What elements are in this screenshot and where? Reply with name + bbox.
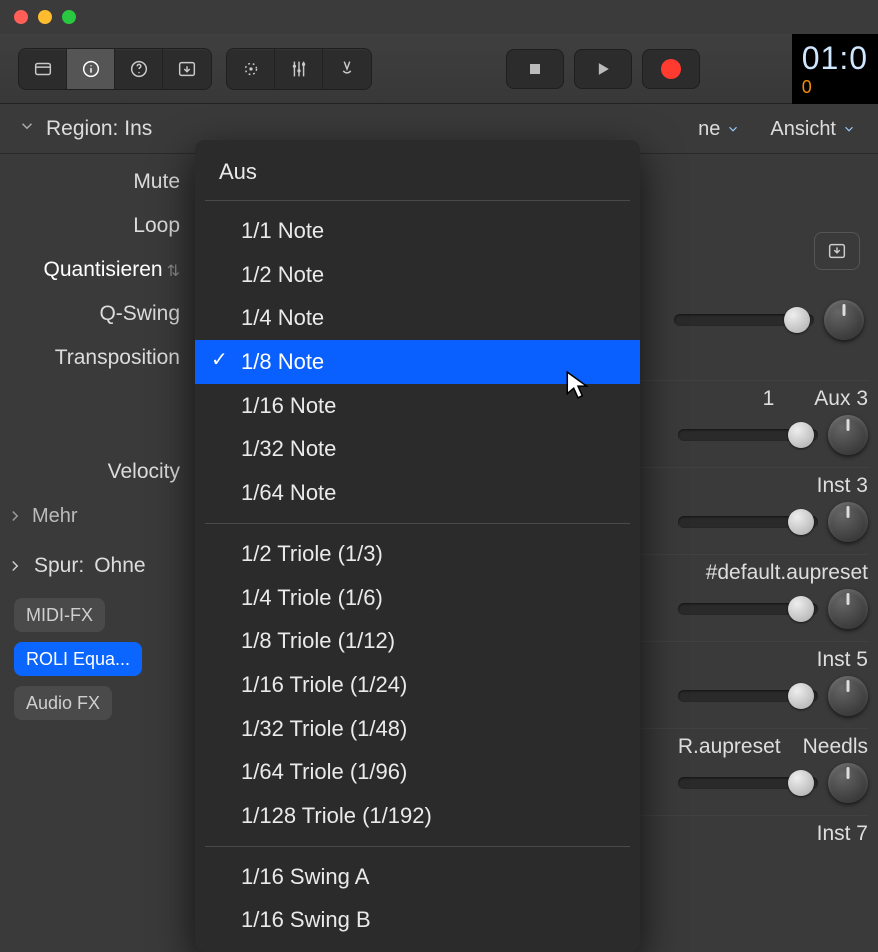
quantize-option[interactable]: Aus (195, 152, 640, 192)
pan-knob[interactable] (828, 676, 868, 716)
help-button[interactable] (115, 49, 163, 89)
region-disclosure-chevron[interactable] (18, 117, 36, 140)
view-dropdown-label: Ansicht (770, 118, 836, 141)
dropdown-ne[interactable]: ne (688, 112, 750, 147)
editor-tools-group (226, 48, 372, 90)
quantize-option[interactable]: 1/32 Note (195, 427, 640, 471)
quantize-option[interactable]: 1/2 Note (195, 253, 640, 297)
window-close-button[interactable] (14, 10, 28, 24)
record-button[interactable] (642, 49, 700, 89)
quantize-option[interactable]: 1/64 Triole (1/96) (195, 750, 640, 794)
pan-knob[interactable] (824, 300, 864, 340)
track-header-label: Spur: (34, 554, 84, 578)
view-dropdown[interactable]: Ansicht (760, 112, 866, 147)
window-minimize-button[interactable] (38, 10, 52, 24)
menu-separator (205, 846, 630, 847)
volume-slider[interactable] (678, 516, 818, 528)
volume-slider[interactable] (678, 429, 818, 441)
window-maximize-button[interactable] (62, 10, 76, 24)
lcd-time: 01:0 (802, 40, 868, 77)
track-header-value: Ohne (94, 554, 145, 578)
quantize-option[interactable]: 1/16 Triole (1/24) (195, 663, 640, 707)
quantize-option[interactable]: 1/1 Note (195, 209, 640, 253)
track-label: Inst 5 (817, 648, 868, 672)
quantize-option[interactable]: 1/16 Swing A (195, 855, 640, 899)
quantize-option[interactable]: 1/64 Note (195, 471, 640, 515)
view-toggle-group (18, 48, 212, 90)
more-label: Mehr (32, 505, 78, 528)
play-button[interactable] (574, 49, 632, 89)
editors-button[interactable] (323, 49, 371, 89)
track-label: Aux 3 (814, 387, 868, 411)
pan-knob[interactable] (828, 415, 868, 455)
titlebar (0, 0, 878, 34)
track-label: R.aupreset (678, 735, 781, 759)
quantize-option[interactable]: 1/16 Note (195, 384, 640, 428)
region-header-label: Region: Ins (46, 117, 152, 141)
menu-separator (205, 523, 630, 524)
library-button[interactable] (19, 49, 67, 89)
track-label: Needls (803, 735, 868, 759)
track-label: Inst 7 (817, 822, 868, 846)
pan-knob[interactable] (828, 502, 868, 542)
menu-separator (205, 200, 630, 201)
track-list: 1 Aux 3 Inst 3 #default.aupreset Inst (620, 380, 868, 856)
toolbar: 01:0 0 (0, 34, 878, 104)
quantize-option[interactable]: 1/8 Triole (1/12) (195, 619, 640, 663)
volume-slider[interactable] (678, 690, 818, 702)
track-label: #default.aupreset (706, 561, 868, 585)
quantize-option[interactable]: 1/4 Triole (1/6) (195, 576, 640, 620)
param-quantize-label[interactable]: Quantisieren⇅ (0, 258, 190, 282)
midi-fx-slot[interactable]: MIDI-FX (14, 598, 105, 632)
app-window: 01:0 0 Region: Ins ne Ansicht Mute Loop … (0, 0, 878, 907)
param-qswing-label: Q-Swing (0, 302, 190, 326)
mixer-button[interactable] (275, 49, 323, 89)
quantize-option[interactable]: 1/8 Note (195, 340, 640, 384)
track-label: Inst 3 (817, 474, 868, 498)
param-loop-label: Loop (0, 214, 190, 238)
quantize-option[interactable]: 1/4 Note (195, 296, 640, 340)
quantize-option[interactable]: 1/32 Triole (1/48) (195, 707, 640, 751)
transport (506, 49, 700, 89)
quantize-menu[interactable]: Aus1/1 Note1/2 Note1/4 Note1/8 Note1/16 … (195, 140, 640, 952)
stop-button[interactable] (506, 49, 564, 89)
pan-knob[interactable] (828, 589, 868, 629)
quantize-option[interactable]: 1/2 Triole (1/3) (195, 532, 640, 576)
inspector-button[interactable] (67, 49, 115, 89)
record-icon (661, 59, 681, 79)
pan-knob[interactable] (828, 763, 868, 803)
volume-slider[interactable] (674, 314, 814, 326)
lcd-display: 01:0 0 (792, 34, 878, 104)
quantize-option[interactable]: 1/16 Swing B (195, 898, 640, 942)
quantize-option[interactable]: 1/128 Triole (1/192) (195, 794, 640, 838)
volume-slider[interactable] (678, 603, 818, 615)
dropdown-ne-label: ne (698, 118, 720, 141)
audio-fx-slot[interactable]: Audio FX (14, 686, 112, 720)
track-label: 1 (763, 387, 775, 411)
toolbar-button[interactable] (163, 49, 211, 89)
lcd-sub: 0 (802, 77, 868, 98)
param-velocity-label: Velocity (0, 460, 190, 484)
smart-controls-button[interactable] (227, 49, 275, 89)
param-mute-label: Mute (0, 170, 190, 194)
instrument-slot[interactable]: ROLI Equa... (14, 642, 142, 676)
volume-slider[interactable] (678, 777, 818, 789)
param-transposition-label: Transposition (0, 346, 190, 370)
